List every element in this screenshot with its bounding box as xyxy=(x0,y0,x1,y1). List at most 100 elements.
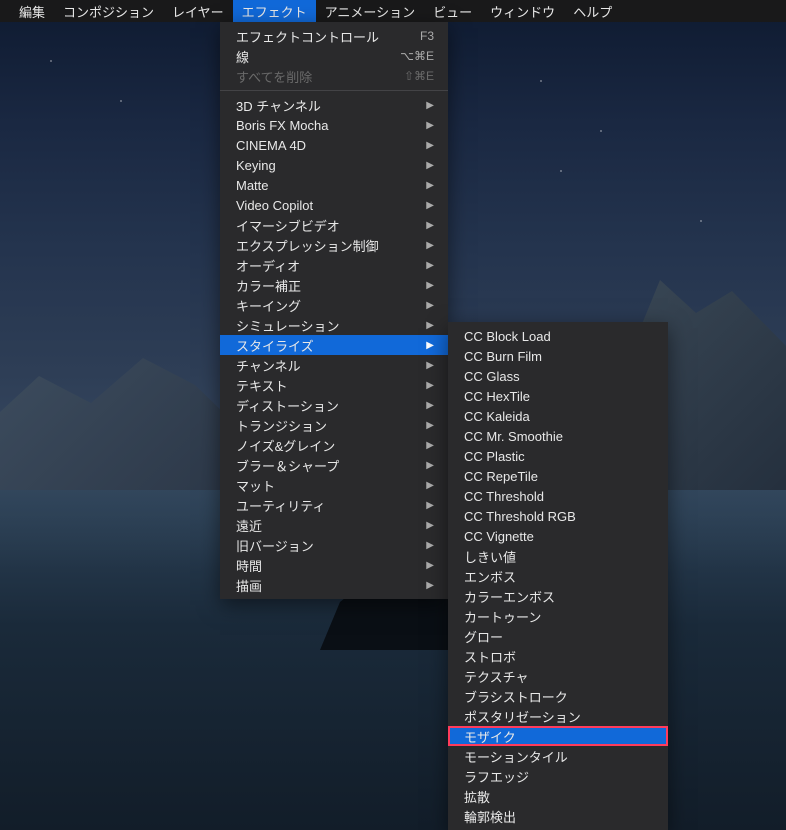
menu-item-label: ユーティリティ xyxy=(236,496,325,515)
stylize-item-21[interactable]: モーションタイル xyxy=(448,746,668,766)
stylize-submenu-dropdown: CC Block Load CC Burn Film CC GlassCC HexT… xyxy=(448,322,668,830)
effect-category-item-17[interactable]: ノイズ&グレイン▶ xyxy=(220,435,448,455)
menu-animation[interactable]: アニメーション xyxy=(316,0,424,22)
submenu-arrow-icon: ▶ xyxy=(426,280,434,291)
effect-menu-item-1[interactable]: 線⌥⌘E xyxy=(220,46,448,66)
menu-item-label: Boris FX Mocha xyxy=(236,118,328,133)
menu-item-label: エフェクトコントロール xyxy=(236,27,379,46)
stylize-item-7[interactable]: CC RepeTile xyxy=(448,466,668,486)
menu-composition[interactable]: コンポジション xyxy=(54,0,163,22)
effect-category-item-13[interactable]: チャンネル▶ xyxy=(220,355,448,375)
effect-category-item-11[interactable]: シミュレーション▶ xyxy=(220,315,448,335)
stylize-item-0[interactable]: CC Block Load xyxy=(448,326,668,346)
menu-item-label: Keying xyxy=(236,158,276,173)
menu-layer[interactable]: レイヤー xyxy=(163,0,233,22)
stylize-item-10[interactable]: CC Vignette xyxy=(448,526,668,546)
menu-item-label: イマーシブビデオ xyxy=(236,216,340,235)
stylize-item-19[interactable]: ポスタリゼーション xyxy=(448,706,668,726)
effect-category-item-18[interactable]: ブラー＆シャープ▶ xyxy=(220,455,448,475)
stylize-item-12[interactable]: エンボス xyxy=(448,566,668,586)
effect-category-item-0[interactable]: 3D チャンネル▶ xyxy=(220,95,448,115)
submenu-arrow-icon: ▶ xyxy=(426,140,434,151)
submenu-arrow-icon: ▶ xyxy=(426,540,434,551)
menu-item-label: エンボス xyxy=(464,567,516,586)
menu-item-label: すべてを削除 xyxy=(236,67,312,86)
effect-category-item-1[interactable]: Boris FX Mocha ▶ xyxy=(220,115,448,135)
effect-category-item-16[interactable]: トランジション▶ xyxy=(220,415,448,435)
effect-category-item-24[interactable]: 描画▶ xyxy=(220,575,448,595)
effect-category-item-12[interactable]: スタイライズ▶ xyxy=(220,335,448,355)
stylize-item-4[interactable]: CC Kaleida xyxy=(448,406,668,426)
stylize-item-22[interactable]: ラフエッジ xyxy=(448,766,668,786)
menu-item-label: ディストーション xyxy=(236,396,339,415)
menu-item-label: CC Burn Film xyxy=(464,349,542,364)
menu-edit[interactable]: 編集 xyxy=(10,0,54,22)
submenu-arrow-icon: ▶ xyxy=(426,420,434,431)
effect-category-item-23[interactable]: 時間 ▶ xyxy=(220,555,448,575)
menu-item-label: モザイク xyxy=(464,727,516,746)
effect-category-item-15[interactable]: ディストーション▶ xyxy=(220,395,448,415)
effect-menu-item-0[interactable]: エフェクトコントロールF3 xyxy=(220,26,448,46)
stylize-item-14[interactable]: カートゥーン xyxy=(448,606,668,626)
menu-item-label: 輪郭検出 xyxy=(464,807,516,826)
menu-item-label: カラー補正 xyxy=(236,276,301,295)
stylize-item-2[interactable]: CC Glass xyxy=(448,366,668,386)
menu-item-label: CC Vignette xyxy=(464,529,534,544)
stylize-item-23[interactable]: 拡散 xyxy=(448,786,668,806)
submenu-arrow-icon: ▶ xyxy=(426,200,434,211)
stylize-item-9[interactable]: CC Threshold RGB xyxy=(448,506,668,526)
menu-item-label: 時間 xyxy=(236,556,262,575)
stylize-item-8[interactable]: CC Threshold xyxy=(448,486,668,506)
effect-category-item-14[interactable]: テキスト ▶ xyxy=(220,375,448,395)
stylize-item-1[interactable]: CC Burn Film xyxy=(448,346,668,366)
menu-item-label: モーションタイル xyxy=(464,747,568,766)
stylize-item-5[interactable]: CC Mr. Smoothie xyxy=(448,426,668,446)
effect-category-item-8[interactable]: オーディオ ▶ xyxy=(220,255,448,275)
menu-item-label: オーディオ xyxy=(236,256,300,275)
effect-category-item-4[interactable]: Matte▶ xyxy=(220,175,448,195)
menu-item-label: 旧バージョン xyxy=(236,536,314,555)
effect-category-item-9[interactable]: カラー補正 ▶ xyxy=(220,275,448,295)
submenu-arrow-icon: ▶ xyxy=(426,560,434,571)
stylize-item-18[interactable]: ブラシストローク xyxy=(448,686,668,706)
stylize-item-11[interactable]: しきい値 xyxy=(448,546,668,566)
effect-category-item-2[interactable]: CINEMA 4D▶ xyxy=(220,135,448,155)
stylize-item-17[interactable]: テクスチャ xyxy=(448,666,668,686)
submenu-arrow-icon: ▶ xyxy=(426,380,434,391)
effect-category-item-3[interactable]: Keying▶ xyxy=(220,155,448,175)
menu-item-label: CC RepeTile xyxy=(464,469,538,484)
stylize-item-3[interactable]: CC HexTile xyxy=(448,386,668,406)
stylize-item-16[interactable]: ストロボ xyxy=(448,646,668,666)
effect-category-item-5[interactable]: Video Copilot▶ xyxy=(220,195,448,215)
menu-item-label: 遠近 xyxy=(236,516,262,535)
submenu-arrow-icon: ▶ xyxy=(426,340,434,351)
stylize-item-24[interactable]: 輪郭検出 xyxy=(448,806,668,826)
submenu-arrow-icon: ▶ xyxy=(426,480,434,491)
stylize-item-13[interactable]: カラーエンボス xyxy=(448,586,668,606)
effect-category-item-20[interactable]: ユーティリティ▶ xyxy=(220,495,448,515)
menu-effect[interactable]: エフェクト xyxy=(233,0,316,22)
menu-view[interactable]: ビュー xyxy=(424,0,481,22)
submenu-arrow-icon: ▶ xyxy=(426,120,434,131)
menu-item-label: ポスタリゼーション xyxy=(464,707,581,726)
effect-category-item-6[interactable]: イマーシブビデオ▶ xyxy=(220,215,448,235)
stylize-item-6[interactable]: CC Plastic xyxy=(448,446,668,466)
effect-category-item-22[interactable]: 旧バージョン ▶ xyxy=(220,535,448,555)
menu-item-label: ラフエッジ xyxy=(464,767,529,786)
menu-item-label: しきい値 xyxy=(464,547,516,566)
submenu-arrow-icon: ▶ xyxy=(426,260,434,271)
menu-item-label: マット xyxy=(236,476,275,495)
effect-category-item-7[interactable]: エクスプレッション制御▶ xyxy=(220,235,448,255)
effect-category-item-19[interactable]: マット ▶ xyxy=(220,475,448,495)
submenu-arrow-icon: ▶ xyxy=(426,180,434,191)
menu-window[interactable]: ウィンドウ xyxy=(481,0,564,22)
stylize-item-20[interactable]: モザイク xyxy=(448,726,668,746)
menu-item-label: テキスト xyxy=(236,376,288,395)
submenu-arrow-icon: ▶ xyxy=(426,320,434,331)
menu-item-label: ストロボ xyxy=(464,647,516,666)
menu-help[interactable]: ヘルプ xyxy=(564,0,621,22)
stylize-item-15[interactable]: グロー xyxy=(448,626,668,646)
effect-category-item-10[interactable]: キーイング▶ xyxy=(220,295,448,315)
submenu-arrow-icon: ▶ xyxy=(426,240,434,251)
effect-category-item-21[interactable]: 遠近▶ xyxy=(220,515,448,535)
